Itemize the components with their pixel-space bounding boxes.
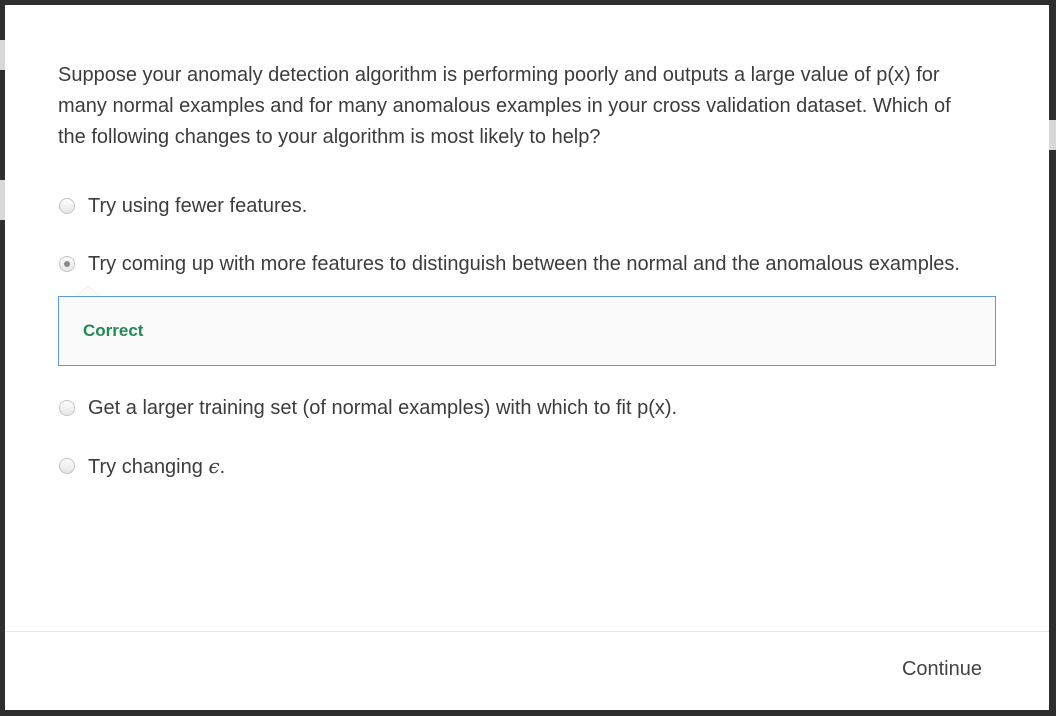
option-change-epsilon[interactable]: Try changing ϵ. [58, 451, 996, 483]
option-label: Try coming up with more features to dist… [88, 253, 960, 275]
radio-button[interactable] [59, 400, 75, 416]
option-label: Try using fewer features. [88, 195, 308, 217]
feedback-correct-label: Correct [83, 321, 144, 340]
option-label-prefix: Try changing [88, 456, 209, 478]
option-fewer-features[interactable]: Try using fewer features. [58, 191, 996, 222]
radio-button[interactable] [59, 198, 75, 214]
modal-footer: Continue [5, 631, 1049, 710]
answer-options-continued: Get a larger training set (of normal exa… [58, 393, 996, 483]
option-more-features[interactable]: Try coming up with more features to dist… [58, 249, 996, 280]
quiz-modal: Suppose your anomaly detection algorithm… [5, 5, 1049, 710]
option-label: Get a larger training set (of normal exa… [88, 397, 678, 419]
option-label: Try changing ϵ. [88, 451, 996, 483]
option-larger-training-set[interactable]: Get a larger training set (of normal exa… [58, 393, 996, 424]
modal-body: Suppose your anomaly detection algorithm… [58, 60, 996, 499]
backdrop-fragment [1049, 120, 1056, 150]
answer-options: Try using fewer features. Try coming up … [58, 191, 996, 280]
continue-button[interactable]: Continue [902, 658, 982, 681]
radio-button[interactable] [59, 458, 75, 474]
epsilon-symbol: ϵ [208, 454, 220, 478]
radio-button-selected[interactable] [59, 256, 75, 272]
question-text: Suppose your anomaly detection algorithm… [58, 64, 951, 148]
feedback-pointer [76, 287, 100, 296]
answer-feedback: Correct [58, 287, 996, 366]
feedback-box: Correct [58, 296, 996, 366]
option-label-suffix: . [219, 456, 226, 478]
